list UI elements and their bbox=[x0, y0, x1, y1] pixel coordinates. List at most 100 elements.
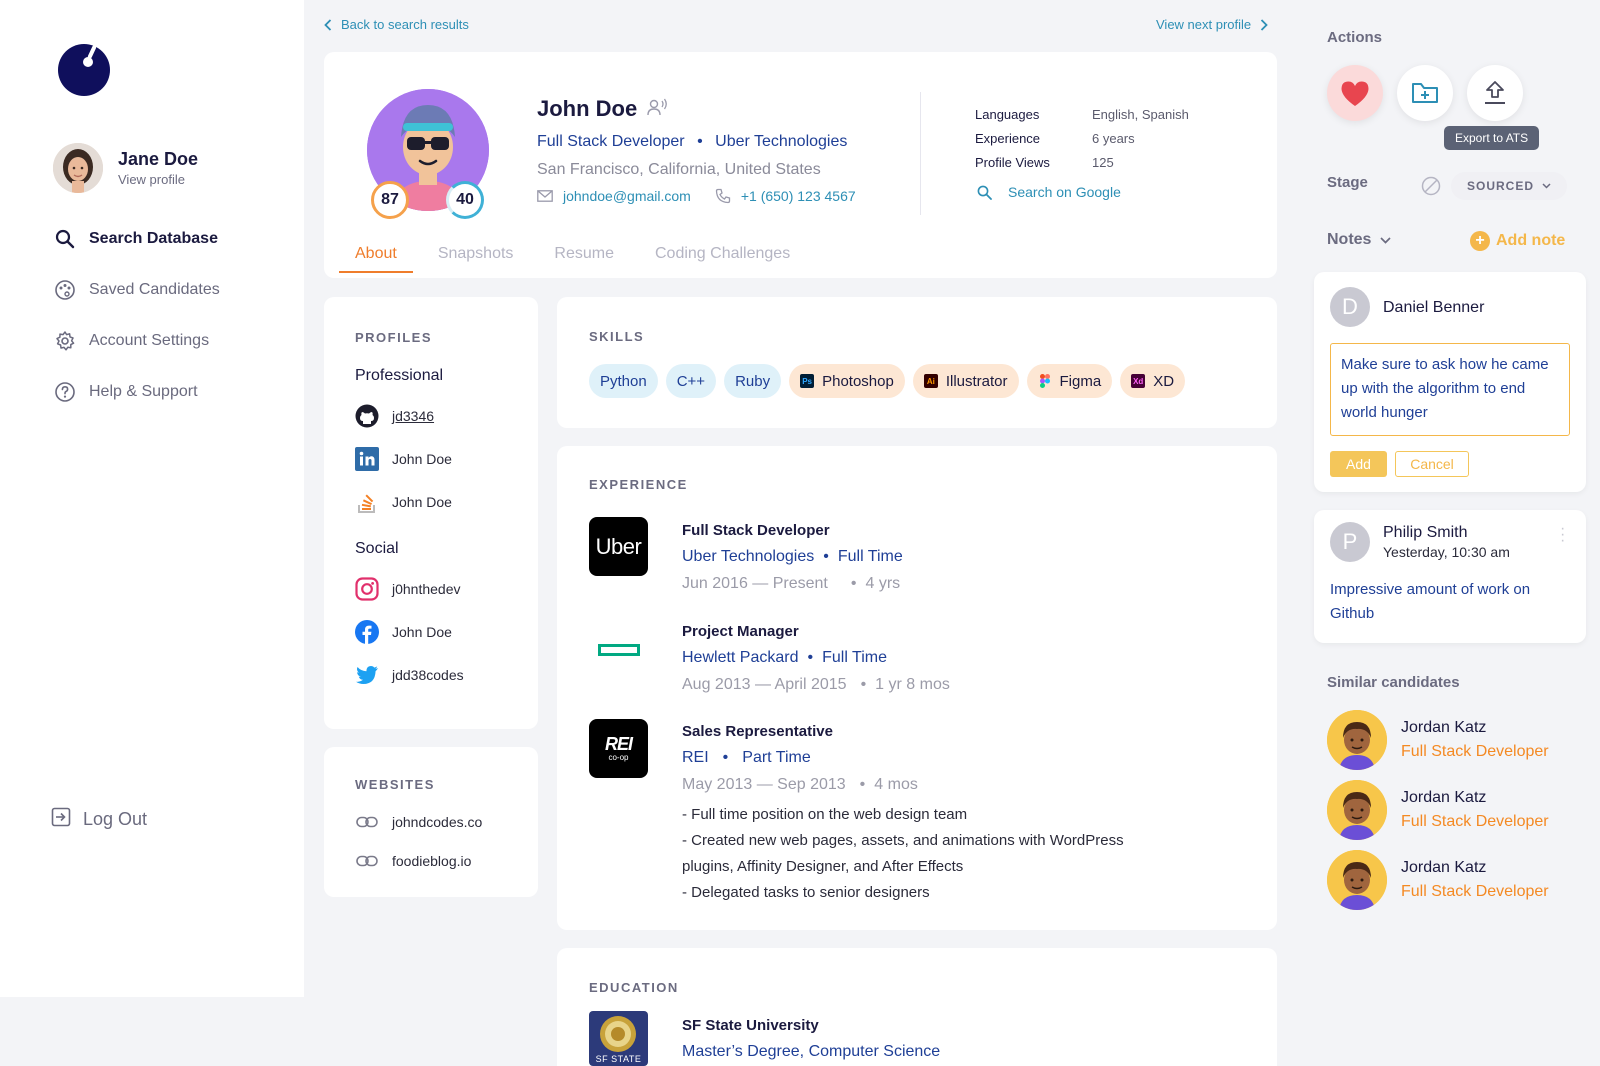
candidate-company: Uber Technologies bbox=[715, 133, 848, 150]
profile-link-github[interactable]: jd3346 bbox=[355, 404, 434, 428]
mail-icon bbox=[537, 190, 553, 202]
sidebar-item-search-database[interactable]: Search Database bbox=[54, 213, 220, 264]
job-title: Full Stack Developer bbox=[682, 522, 830, 539]
skill-chip[interactable]: C++ bbox=[665, 364, 717, 398]
skill-label: XD bbox=[1153, 372, 1175, 390]
profile-link-instagram[interactable]: j0hnthedev bbox=[355, 577, 461, 601]
profile-link-twitter[interactable]: jdd38codes bbox=[355, 663, 464, 687]
job-dates-line: May 2013 — Sep 2013 • 4 mos bbox=[682, 776, 918, 793]
candidate-location: San Francisco, California, United States bbox=[537, 161, 821, 178]
sidebar-item-account-settings[interactable]: Account Settings bbox=[54, 315, 220, 366]
more-options-icon[interactable]: · · · bbox=[1560, 521, 1565, 549]
candidate-name: John Doe bbox=[537, 96, 638, 121]
search-icon bbox=[54, 228, 76, 250]
website-link[interactable]: foodieblog.io bbox=[355, 849, 471, 873]
app-logo[interactable] bbox=[57, 43, 111, 97]
fact-value: 125 bbox=[1092, 154, 1114, 170]
job-type: Full Time bbox=[822, 649, 888, 666]
skill-chip[interactable]: Ruby bbox=[724, 364, 782, 398]
website-link[interactable]: johndcodes.co bbox=[355, 810, 482, 834]
job-title: Sales Representative bbox=[682, 723, 833, 740]
view-profile-link[interactable]: View profile bbox=[118, 172, 198, 187]
add-note-button[interactable]: + Add note bbox=[1470, 231, 1565, 251]
skill-chip-figma[interactable]: Figma bbox=[1026, 364, 1113, 398]
candidate-role-line: Full Stack Developer • Uber Technologies bbox=[537, 133, 847, 151]
avatar[interactable] bbox=[53, 143, 103, 193]
illustrator-icon: Ai bbox=[923, 374, 938, 388]
skill-chips: Python C++ Ruby Ps Photoshop Ai Illustra… bbox=[589, 364, 1193, 398]
rei-logo-subtext: co-op bbox=[608, 753, 629, 762]
sidebar-item-label: Saved Candidates bbox=[89, 280, 220, 298]
palette-icon bbox=[54, 279, 76, 301]
skill-label: Figma bbox=[1059, 372, 1102, 390]
back-to-results-link[interactable]: Back to search results bbox=[324, 17, 469, 32]
export-to-ats-button[interactable] bbox=[1467, 65, 1523, 121]
note-author: Daniel Benner bbox=[1383, 299, 1485, 316]
candidate-role: Full Stack Developer bbox=[537, 133, 685, 150]
notes-toggle[interactable]: Notes bbox=[1327, 231, 1392, 249]
professional-heading: Professional bbox=[355, 367, 444, 384]
sf-state-seal: SF STATE bbox=[589, 1011, 648, 1066]
similar-candidate[interactable]: Jordan Katz Full Stack Developer bbox=[1327, 710, 1549, 770]
export-tooltip: Export to ATS bbox=[1444, 126, 1540, 150]
phone-icon bbox=[715, 188, 731, 204]
similar-candidate-role: Full Stack Developer bbox=[1401, 743, 1549, 760]
author-initial-avatar: D bbox=[1330, 287, 1370, 327]
facebook-icon bbox=[355, 620, 379, 644]
favorite-button[interactable] bbox=[1327, 65, 1383, 121]
profile-link-linkedin[interactable]: John Doe bbox=[355, 447, 452, 471]
job-description-line: - Created new web pages, assets, and ani… bbox=[682, 832, 1124, 849]
profile-link-label: John Doe bbox=[392, 624, 452, 640]
cancel-note-button[interactable]: Cancel bbox=[1395, 451, 1469, 477]
figma-icon bbox=[1038, 374, 1052, 388]
pronounce-icon[interactable] bbox=[647, 96, 669, 122]
rei-logo: REI co-op bbox=[589, 719, 648, 778]
websites-heading: WEBSITES bbox=[355, 777, 435, 792]
job-dates: Jun 2016 — Present bbox=[682, 575, 828, 592]
logout-button[interactable]: Log Out bbox=[51, 807, 147, 832]
note-input[interactable]: Make sure to ask how he came up with the… bbox=[1330, 343, 1570, 436]
candidate-phone[interactable]: +1 (650) 123 4567 bbox=[741, 188, 856, 204]
skill-chip-photoshop[interactable]: Ps Photoshop bbox=[789, 364, 905, 398]
tab-coding-challenges[interactable]: Coding Challenges bbox=[639, 245, 806, 273]
gear-icon bbox=[54, 330, 76, 352]
job-duration: 4 yrs bbox=[865, 575, 901, 592]
search-on-google-link[interactable]: Search on Google bbox=[977, 184, 1121, 200]
sidebar-item-help-support[interactable]: Help & Support bbox=[54, 366, 220, 417]
skill-chip[interactable]: Python bbox=[589, 364, 658, 398]
header-divider bbox=[920, 92, 921, 215]
education-heading: EDUCATION bbox=[589, 980, 679, 995]
similar-candidate[interactable]: Jordan Katz Full Stack Developer bbox=[1327, 780, 1549, 840]
next-profile-link[interactable]: View next profile bbox=[1156, 17, 1268, 32]
sidebar-item-saved-candidates[interactable]: Saved Candidates bbox=[54, 264, 220, 315]
no-stage-icon[interactable] bbox=[1421, 176, 1441, 196]
tab-snapshots[interactable]: Snapshots bbox=[422, 245, 530, 273]
job-company: Hewlett Packard bbox=[682, 649, 799, 666]
skills-heading: SKILLS bbox=[589, 329, 645, 344]
separator-dot: • bbox=[697, 133, 703, 150]
degree: Master’s Degree, Computer Science bbox=[682, 1043, 941, 1060]
skill-chip-illustrator[interactable]: Ai Illustrator bbox=[912, 364, 1019, 398]
job-company-line: Uber Technologies • Full Time bbox=[682, 548, 903, 565]
profile-link-stackoverflow[interactable]: John Doe bbox=[355, 490, 452, 514]
similar-candidate[interactable]: Jordan Katz Full Stack Developer bbox=[1327, 850, 1549, 910]
profiles-heading: PROFILES bbox=[355, 330, 433, 345]
job-dates: May 2013 — Sep 2013 bbox=[682, 776, 846, 793]
job-entry: Project Manager Hewlett Packard • Full Tim… bbox=[682, 623, 950, 694]
job-duration: 4 mos bbox=[874, 776, 918, 793]
add-note-submit-button[interactable]: Add bbox=[1330, 451, 1387, 477]
stage-label: Stage bbox=[1327, 174, 1368, 191]
tab-about[interactable]: About bbox=[339, 245, 413, 273]
skill-chip-xd[interactable]: Xd XD bbox=[1120, 364, 1186, 398]
stage-select[interactable]: SOURCED bbox=[1451, 172, 1568, 200]
tab-resume[interactable]: Resume bbox=[538, 245, 630, 273]
save-to-folder-button[interactable] bbox=[1397, 65, 1453, 121]
profile-link-facebook[interactable]: John Doe bbox=[355, 620, 452, 644]
experience-heading: EXPERIENCE bbox=[589, 477, 688, 492]
link-icon bbox=[355, 810, 379, 834]
current-user[interactable]: Jane Doe View profile bbox=[53, 143, 198, 193]
candidate-email[interactable]: johndoe@gmail.com bbox=[563, 188, 691, 204]
candidate-name-row: John Doe bbox=[537, 96, 669, 122]
education-entry: SF State University Master’s Degree, Com… bbox=[682, 1017, 940, 1061]
job-entry: Full Stack Developer Uber Technologies • F… bbox=[682, 522, 903, 593]
